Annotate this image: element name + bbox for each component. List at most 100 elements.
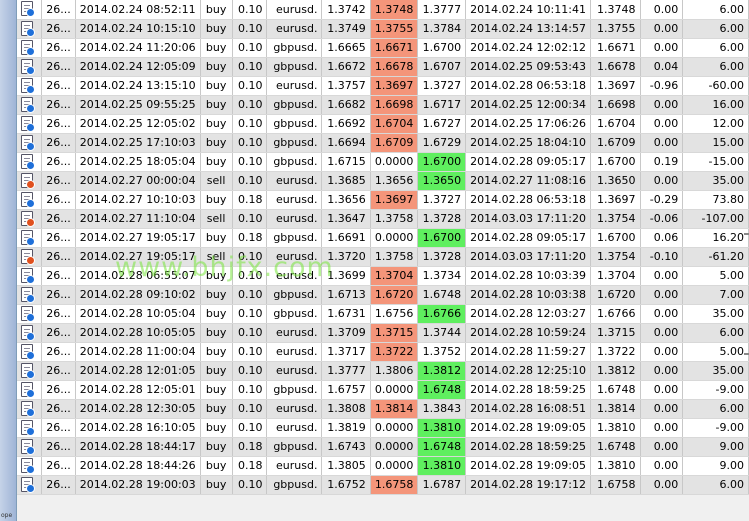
size-cell: 0.10 (232, 76, 268, 96)
open-price-cell: 1.6691 (321, 228, 371, 248)
table-row[interactable]: 26... 2014.02.27 19:05:17 sell 0.10 eurusd. 1… (17, 247, 749, 267)
open-price-cell: 1.3685 (321, 171, 371, 191)
table-row[interactable]: 26... 2014.02.24 10:15:10 buy 0.10 eurusd. 1.… (17, 19, 749, 39)
table-row[interactable]: 26... 2014.02.28 16:10:05 buy 0.10 eurusd. 1.… (17, 418, 749, 438)
stop-loss-cell: 1.6720 (370, 285, 419, 305)
swap-cell: 0.00 (640, 418, 684, 438)
stop-loss-cell: 1.6709 (370, 133, 419, 153)
stop-loss-cell: 0.0000 (370, 380, 419, 400)
open-time-cell: 2014.02.28 12:30:05 (75, 399, 201, 419)
swap-cell: 0.00 (640, 266, 684, 286)
type-cell: buy (200, 399, 233, 419)
ticket-cell: 26... (41, 342, 76, 362)
table-row[interactable]: 26... 2014.02.25 17:10:03 buy 0.10 gbpusd. 1.… (17, 133, 749, 153)
table-row[interactable]: 26... 2014.02.25 18:05:04 buy 0.10 gbpusd. 1.… (17, 152, 749, 172)
ticket-cell: 26... (41, 152, 76, 172)
symbol-cell: gbpusd. (266, 57, 323, 77)
close-time-cell: 2014.02.28 10:59:24 (465, 323, 591, 343)
stop-loss-cell: 1.6704 (370, 114, 419, 134)
profit-cell: 35.00 (682, 361, 749, 381)
ticket-cell: 26... (41, 76, 76, 96)
table-row[interactable]: 26... 2014.02.27 11:10:04 sell 0.10 eurusd. 1… (17, 209, 749, 229)
take-profit-cell: 1.3727 (417, 190, 467, 210)
buy-order-icon (19, 77, 35, 94)
history-rows: 26... 2014.02.24 08:52:11 buy 0.10 eurusd. 1.… (17, 0, 749, 495)
close-price-cell: 1.6700 (590, 152, 641, 172)
order-icon-cell (17, 152, 43, 172)
profit-cell: 16.20 (682, 228, 749, 248)
swap-cell: 0.00 (640, 38, 684, 58)
symbol-cell: gbpusd. (266, 285, 323, 305)
size-cell: 0.10 (232, 19, 268, 39)
buy-order-icon (19, 153, 35, 170)
close-time-cell: 2014.02.28 10:03:39 (465, 266, 591, 286)
close-time-cell: 2014.02.25 12:00:34 (465, 95, 591, 115)
open-price-cell: 1.3742 (321, 0, 371, 20)
table-row[interactable]: 26... 2014.02.24 08:52:11 buy 0.10 eurusd. 1.… (17, 0, 749, 20)
open-price-cell: 1.3777 (321, 361, 371, 381)
sell-order-icon (19, 248, 35, 265)
profit-cell: 6.00 (682, 475, 749, 495)
close-time-cell: 2014.02.24 12:02:12 (465, 38, 591, 58)
table-row[interactable]: 26... 2014.02.27 10:10:03 buy 0.18 eurusd. 1.… (17, 190, 749, 210)
profit-cell: 6.00 (682, 0, 749, 20)
table-row[interactable]: 26... 2014.02.28 12:30:05 buy 0.10 eurusd. 1.… (17, 399, 749, 419)
table-row[interactable]: 26... 2014.02.24 13:15:10 buy 0.10 eurusd. 1.… (17, 76, 749, 96)
ticket-cell: 26... (41, 247, 76, 267)
order-icon-cell (17, 437, 43, 457)
open-time-cell: 2014.02.28 12:01:05 (75, 361, 201, 381)
ticket-cell: 26... (41, 38, 76, 58)
table-row[interactable]: 26... 2014.02.25 12:05:02 buy 0.10 gbpusd. 1.… (17, 114, 749, 134)
ticket-cell: 26... (41, 323, 76, 343)
open-price-cell: 1.6692 (321, 114, 371, 134)
buy-order-icon (19, 39, 35, 56)
take-profit-cell: 1.6748 (417, 437, 467, 457)
table-row[interactable]: 26... 2014.02.28 10:05:04 buy 0.10 gbpusd. 1.… (17, 304, 749, 324)
table-row[interactable]: 26... 2014.02.24 11:20:06 buy 0.10 gbpusd. 1.… (17, 38, 749, 58)
table-row[interactable]: 26... 2014.02.28 12:01:05 buy 0.10 eurusd. 1.… (17, 361, 749, 381)
order-icon-cell (17, 418, 43, 438)
close-time-cell: 2014.02.28 19:17:12 (465, 475, 591, 495)
table-row[interactable]: 26... 2014.02.25 09:55:25 buy 0.10 gbpusd. 1.… (17, 95, 749, 115)
order-icon-cell (17, 133, 43, 153)
profit-cell: 6.00 (682, 19, 749, 39)
table-row[interactable]: 26... 2014.02.27 19:05:17 buy 0.18 gbpusd. 1.… (17, 228, 749, 248)
table-row[interactable]: 26... 2014.02.28 10:05:05 buy 0.10 eurusd. 1.… (17, 323, 749, 343)
table-row[interactable]: 26... 2014.02.28 09:10:02 buy 0.10 gbpusd. 1.… (17, 285, 749, 305)
table-row[interactable]: 26... 2014.02.28 19:00:03 buy 0.10 gbpusd. 1.… (17, 475, 749, 495)
swap-cell: -0.96 (640, 76, 684, 96)
close-time-cell: 2014.02.25 18:04:10 (465, 133, 591, 153)
symbol-cell: gbpusd. (266, 152, 323, 172)
table-row[interactable]: 26... 2014.02.28 18:44:26 buy 0.18 eurusd. 1.… (17, 456, 749, 476)
take-profit-cell: 1.3752 (417, 342, 467, 362)
symbol-cell: eurusd. (266, 323, 323, 343)
table-row[interactable]: 26... 2014.02.24 12:05:09 buy 0.10 gbpusd. 1.… (17, 57, 749, 77)
ticket-cell: 26... (41, 380, 76, 400)
size-cell: 0.10 (232, 171, 268, 191)
ticket-cell: 26... (41, 114, 76, 134)
table-row[interactable]: 26... 2014.02.28 06:55:07 buy 0.10 eurusd. 1.… (17, 266, 749, 286)
close-time-cell: 2014.02.28 09:05:17 (465, 228, 591, 248)
order-icon-cell (17, 475, 43, 495)
table-row[interactable]: 26... 2014.02.28 12:05:01 buy 0.10 gbpusd. 1.… (17, 380, 749, 400)
buy-order-icon (19, 286, 35, 303)
take-profit-cell: 1.6729 (417, 133, 467, 153)
swap-cell: 0.00 (640, 171, 684, 191)
type-cell: buy (200, 228, 233, 248)
order-icon-cell (17, 247, 43, 267)
open-time-cell: 2014.02.27 10:10:03 (75, 190, 201, 210)
take-profit-cell: 1.3728 (417, 247, 467, 267)
table-row[interactable]: 26... 2014.02.27 00:00:04 sell 0.10 eurusd. 1… (17, 171, 749, 191)
type-cell: buy (200, 304, 233, 324)
table-row[interactable]: 26... 2014.02.28 18:44:17 buy 0.18 gbpusd. 1.… (17, 437, 749, 457)
ticket-cell: 26... (41, 266, 76, 286)
type-cell: sell (200, 247, 233, 267)
buy-order-icon (19, 58, 35, 75)
buy-order-icon (19, 438, 35, 455)
profit-cell: -61.20 (682, 247, 749, 267)
order-icon-cell (17, 456, 43, 476)
open-time-cell: 2014.02.28 11:00:04 (75, 342, 201, 362)
table-row[interactable]: 26... 2014.02.28 11:00:04 buy 0.10 eurusd. 1.… (17, 342, 749, 362)
type-cell: buy (200, 342, 233, 362)
open-price-cell: 1.3720 (321, 247, 371, 267)
